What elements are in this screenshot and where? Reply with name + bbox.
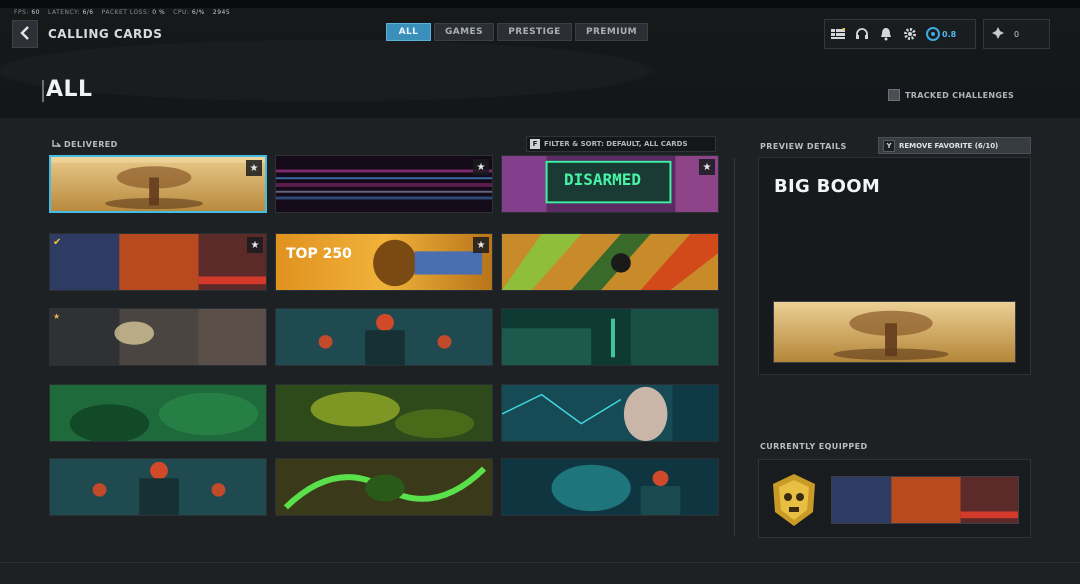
favorite-star-icon[interactable]: ★ (473, 159, 489, 175)
preview-panel: BIG BOOM (758, 157, 1031, 375)
page-header-title: CALLING CARDS (48, 27, 163, 41)
bell-icon[interactable] (878, 26, 894, 42)
calling-card-red-visor-squad-2[interactable] (49, 458, 267, 516)
equipped-check-icon: ✔ (53, 237, 62, 248)
calling-card-cyber-face[interactable] (501, 384, 719, 442)
remove-favorite-label: REMOVE FAVORITE (6/10) (899, 141, 999, 150)
equipped-calling-card[interactable] (831, 476, 1019, 524)
preview-card-name: BIG BOOM (774, 176, 881, 197)
tab-all[interactable]: ALL (386, 23, 431, 41)
top-250-text: TOP 250 (286, 246, 352, 262)
favorite-star-icon[interactable]: ★ (473, 237, 489, 253)
calling-card-camo-chaos[interactable] (501, 233, 719, 291)
stat-packet-loss: PACKET LOSS: 0 % (101, 9, 166, 16)
tab-premium[interactable]: PREMIUM (575, 23, 648, 41)
top-icon-group: 0.8 (824, 19, 976, 49)
filter-sort-label: FILTER & SORT: DEFAULT, ALL CARDS (544, 140, 688, 148)
calling-card-red-visor-squad[interactable] (275, 308, 493, 366)
panel-divider (734, 158, 735, 536)
currency-value: 0 (1014, 29, 1020, 39)
favorite-star-icon[interactable]: ★ (246, 160, 262, 176)
tab-bar: ALL GAMES PRESTIGE PREMIUM (386, 23, 648, 41)
calling-card-green-recon[interactable] (49, 384, 267, 442)
squad-art-equipped (832, 477, 1018, 523)
cyber-face-art (502, 385, 718, 441)
camo-chaos-art (502, 234, 718, 290)
green-fury-art (276, 459, 492, 515)
stat-cpu: CPU: 6/% (173, 9, 205, 16)
glitch-art (276, 156, 492, 212)
equipped-emblem[interactable] (769, 472, 819, 528)
filter-key-hint: F (530, 139, 540, 149)
remove-favorite-button[interactable]: Y REMOVE FAVORITE (6/10) (878, 137, 1031, 154)
calling-card-squad-art[interactable]: ✔ ★ (49, 233, 267, 291)
favorite-star-icon[interactable]: ★ (699, 159, 715, 175)
checkbox-icon (888, 89, 900, 101)
delivered-label: DELIVERED (64, 139, 118, 149)
red-visor-squad-art (276, 309, 492, 365)
squad-art (50, 234, 266, 290)
favorite-star-icon[interactable]: ★ (247, 237, 263, 253)
back-button[interactable] (12, 20, 38, 48)
calling-card-disarmed[interactable]: DISARMED ★ (501, 155, 719, 213)
chevron-left-icon (19, 24, 31, 45)
stat-extra: 2945 (212, 9, 231, 16)
red-visor-squad-2-art (50, 459, 266, 515)
calling-card-night-ops[interactable] (501, 308, 719, 366)
disarmed-text: DISARMED (564, 170, 642, 189)
stat-fps: FPS: 60 (14, 9, 40, 16)
calling-card-toxic-haze[interactable] (275, 384, 493, 442)
preview-details-label: PREVIEW DETAILS (760, 142, 847, 151)
big-boom-preview-art (774, 302, 1015, 362)
calling-card-firefight[interactable]: ★ (49, 308, 267, 366)
firefight-art (50, 309, 266, 365)
footer-divider (0, 562, 1080, 563)
delivered-icon (52, 139, 61, 150)
equipped-check-icon: ★ (53, 312, 61, 321)
player-level[interactable]: 0.8 (926, 27, 956, 41)
skull-emblem-icon (773, 474, 815, 526)
menu-grid-icon[interactable] (830, 26, 846, 42)
preview-card-image (773, 301, 1016, 363)
currently-equipped-label: CURRENTLY EQUIPPED (760, 442, 868, 451)
tracked-challenges-label: TRACKED CHALLENGES (905, 90, 1015, 100)
delivered-header: DELIVERED (52, 139, 118, 150)
calling-card-top-250[interactable]: TOP 250 ★ (275, 233, 493, 291)
page-title: ALL (42, 77, 93, 102)
tracked-challenges-toggle[interactable]: TRACKED CHALLENGES (888, 89, 1014, 101)
gear-icon[interactable] (902, 26, 918, 42)
calling-card-cyber-skull[interactable] (501, 458, 719, 516)
top-250-art (276, 234, 492, 290)
tab-prestige[interactable]: PRESTIGE (497, 23, 572, 41)
green-recon-art (50, 385, 266, 441)
calling-card-glitch[interactable]: ★ (275, 155, 493, 213)
equipped-panel (758, 459, 1031, 538)
cod-points-icon (992, 27, 1004, 41)
level-ring-icon (926, 27, 940, 41)
tab-games[interactable]: GAMES (434, 23, 494, 41)
calling-card-grid: ★ ★ DISARMED ★ ✔ ★ TOP 250 ★ ★ (48, 155, 720, 520)
headset-icon[interactable] (854, 26, 870, 42)
currency-display[interactable]: 0 (983, 19, 1050, 49)
cyber-skull-art (502, 459, 718, 515)
calling-card-big-boom[interactable]: ★ (49, 155, 267, 213)
stat-latency: LATENCY: 6/6 (47, 9, 94, 16)
performance-stats: FPS: 60 LATENCY: 6/6 PACKET LOSS: 0 % CP… (14, 9, 230, 16)
filter-sort-button[interactable]: F FILTER & SORT: DEFAULT, ALL CARDS (526, 136, 716, 152)
night-ops-art (502, 309, 718, 365)
remove-key-hint: Y (883, 139, 895, 152)
big-boom-art (51, 157, 265, 211)
calling-card-green-fury[interactable] (275, 458, 493, 516)
toxic-haze-art (276, 385, 492, 441)
level-value: 0.8 (942, 29, 957, 39)
